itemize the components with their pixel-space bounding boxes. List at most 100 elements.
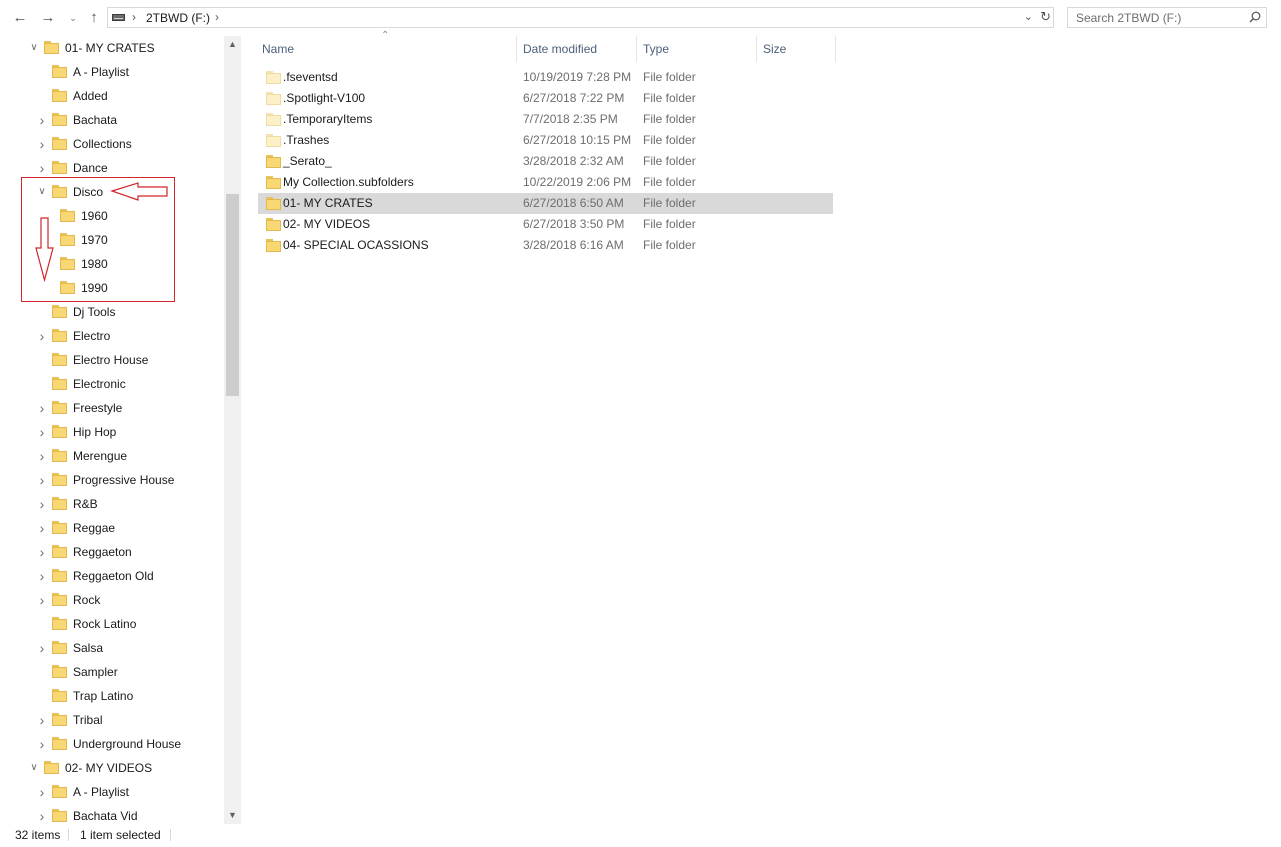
file-name: .Trashes: [283, 133, 330, 147]
search-box[interactable]: Search 2TBWD (F:): [1067, 7, 1267, 28]
navigation-scrollbar[interactable]: ▲ ▼: [224, 36, 241, 824]
nav-tree-item-label: Progressive House: [73, 473, 175, 487]
folder-icon: [52, 593, 67, 606]
address-history-chevron-icon[interactable]: ⌄: [1024, 10, 1033, 23]
folder-icon: [52, 641, 67, 654]
expand-chevron-right-icon[interactable]: ›: [36, 708, 48, 732]
file-type: File folder: [643, 175, 696, 189]
folder-icon: [52, 353, 67, 366]
file-date-modified: 3/28/2018 2:32 AM: [523, 154, 624, 168]
column-header-name[interactable]: Name: [262, 36, 294, 62]
expand-chevron-right-icon[interactable]: ›: [36, 132, 48, 156]
file-row[interactable]: .TemporaryItems 7/7/2018 2:35 PM File fold…: [258, 109, 833, 130]
folder-icon: [52, 569, 67, 582]
nav-tree-item-label: Trap Latino: [73, 689, 134, 703]
column-header-size[interactable]: Size: [763, 36, 786, 62]
column-divider[interactable]: [516, 36, 517, 62]
expand-chevron-right-icon[interactable]: ›: [36, 780, 48, 804]
nav-tree-item-label: A - Playlist: [73, 785, 130, 799]
up-arrow-icon[interactable]: ↑: [84, 8, 104, 28]
file-type: File folder: [643, 133, 696, 147]
breadcrumb-separator[interactable]: ›: [215, 10, 219, 24]
nav-tree-item-label: Sampler: [73, 665, 118, 679]
scroll-up-arrow-icon[interactable]: ▲: [224, 36, 241, 53]
file-date-modified: 7/7/2018 2:35 PM: [523, 112, 618, 126]
nav-tree-item-label: 02- MY VIDEOS: [65, 761, 153, 775]
expand-chevron-right-icon[interactable]: ›: [36, 564, 48, 588]
nav-tree-item-label: Electro House: [73, 353, 149, 367]
expand-chevron-right-icon[interactable]: ›: [36, 396, 48, 420]
file-date-modified: 6/27/2018 7:22 PM: [523, 91, 625, 105]
navigation-pane[interactable]: ∨ 01- MY CRATES A - Playlist Added › Bachata ›…: [0, 36, 224, 824]
file-row[interactable]: .Spotlight-V100 6/27/2018 7:22 PM File fol…: [258, 88, 833, 109]
folder-icon: [266, 92, 281, 105]
expand-chevron-right-icon[interactable]: ›: [36, 444, 48, 468]
breadcrumb-separator[interactable]: ›: [132, 10, 136, 24]
file-date-modified: 10/19/2019 7:28 PM: [523, 70, 632, 84]
scroll-down-arrow-icon[interactable]: ▼: [224, 807, 241, 824]
folder-icon: [52, 137, 67, 150]
folder-icon: [52, 89, 67, 102]
expand-chevron-down-icon[interactable]: ∨: [28, 756, 40, 780]
folder-icon: [52, 689, 67, 702]
file-row[interactable]: My Collection.subfolders 10/22/2019 2:06 …: [258, 172, 833, 193]
nav-tree-item-label: Bachata: [73, 113, 118, 127]
forward-arrow-icon[interactable]: →: [38, 8, 58, 28]
folder-icon: [266, 134, 281, 147]
folder-icon: [52, 737, 67, 750]
folder-icon: [52, 161, 67, 174]
column-divider[interactable]: [756, 36, 757, 62]
file-row[interactable]: .Trashes 6/27/2018 10:15 PM File folder: [258, 130, 833, 151]
nav-tree-item-label: A - Playlist: [73, 65, 130, 79]
expand-chevron-down-icon[interactable]: ∨: [28, 36, 40, 60]
breadcrumb-drive[interactable]: 2TBWD (F:): [146, 11, 210, 25]
expand-chevron-right-icon[interactable]: ›: [36, 468, 48, 492]
expand-chevron-right-icon[interactable]: ›: [36, 516, 48, 540]
folder-icon: [266, 218, 281, 231]
folder-icon: [52, 473, 67, 486]
expand-chevron-right-icon[interactable]: ›: [36, 492, 48, 516]
expand-chevron-right-icon[interactable]: ›: [36, 420, 48, 444]
column-divider[interactable]: [636, 36, 637, 62]
expand-chevron-right-icon[interactable]: ›: [36, 804, 48, 824]
expand-chevron-right-icon[interactable]: ›: [36, 732, 48, 756]
folder-icon: [52, 425, 67, 438]
nav-tree-item-label: Electro: [73, 329, 111, 343]
expand-chevron-right-icon[interactable]: ›: [36, 324, 48, 348]
file-date-modified: 6/27/2018 3:50 PM: [523, 217, 625, 231]
file-date-modified: 6/27/2018 10:15 PM: [523, 133, 632, 147]
file-name: .TemporaryItems: [283, 112, 373, 126]
back-arrow-icon[interactable]: ←: [10, 8, 30, 28]
nav-tree-item-label: Underground House: [73, 737, 182, 751]
file-type: File folder: [643, 217, 696, 231]
nav-tree-item-label: Reggaeton: [73, 545, 132, 559]
column-header-type[interactable]: Type: [643, 36, 669, 62]
file-row[interactable]: 02- MY VIDEOS 6/27/2018 3:50 PM File folde…: [258, 214, 833, 235]
recent-locations-chevron-icon[interactable]: ⌄: [63, 8, 83, 28]
expand-chevron-right-icon[interactable]: ›: [36, 636, 48, 660]
nav-tree-item-label: Dj Tools: [73, 305, 116, 319]
folder-icon: [52, 809, 67, 822]
file-type: File folder: [643, 70, 696, 84]
folder-icon: [266, 239, 281, 252]
refresh-icon[interactable]: ↻: [1040, 9, 1051, 25]
folder-icon: [52, 713, 67, 726]
folder-icon: [52, 497, 67, 510]
scrollbar-thumb[interactable]: [226, 194, 239, 396]
column-divider[interactable]: [835, 36, 836, 62]
folder-icon: [52, 665, 67, 678]
file-list[interactable]: Name ⌃ Date modified Type Size .fsevents…: [256, 30, 1281, 824]
folder-icon: [44, 761, 59, 774]
file-row[interactable]: 04- SPECIAL OCASSIONS 3/28/2018 6:16 AM Fi…: [258, 235, 833, 256]
expand-chevron-right-icon[interactable]: ›: [36, 540, 48, 564]
address-bar[interactable]: › 2TBWD (F:) › ⌄ ↻: [107, 7, 1054, 28]
file-row[interactable]: _Serato_ 3/28/2018 2:32 AM File folder: [258, 151, 833, 172]
column-header-date-modified[interactable]: Date modified: [523, 36, 597, 62]
file-row[interactable]: 01- MY CRATES 6/27/2018 6:50 AM File folde…: [258, 193, 833, 214]
expand-chevron-right-icon[interactable]: ›: [36, 588, 48, 612]
folder-icon: [266, 176, 281, 189]
file-name: 02- MY VIDEOS: [283, 217, 371, 231]
expand-chevron-right-icon[interactable]: ›: [36, 108, 48, 132]
file-row[interactable]: .fseventsd 10/19/2019 7:28 PM File folder: [258, 67, 833, 88]
address-toolbar: ← → ⌄ ↑ › 2TBWD (F:) › ⌄ ↻ Search 2TBWD …: [0, 0, 1281, 36]
